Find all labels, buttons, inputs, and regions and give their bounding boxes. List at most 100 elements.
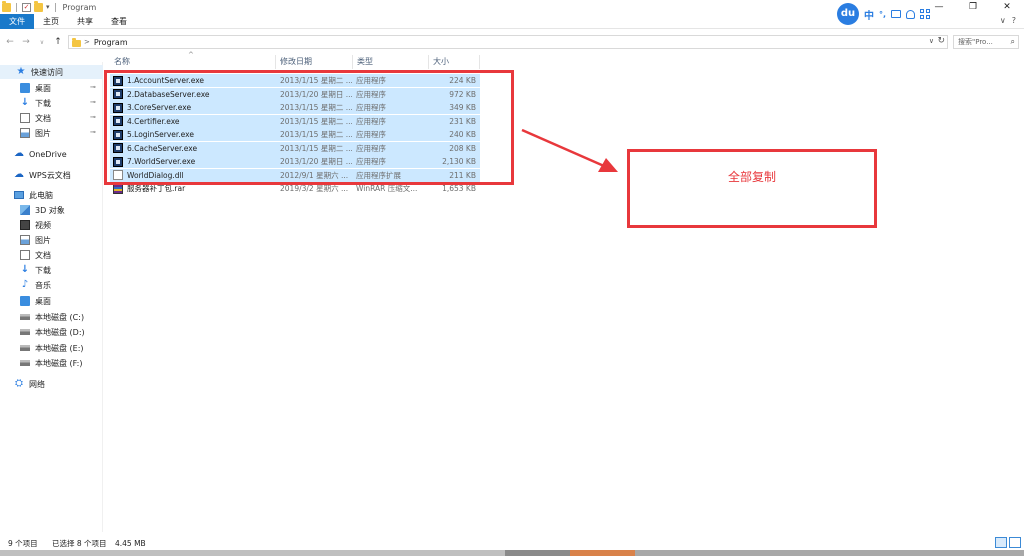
cloud-icon: ☁ xyxy=(14,169,24,180)
sidebar-item-pictures[interactable]: 图片 xyxy=(20,126,51,140)
sidebar-item-3d-objects[interactable]: 3D 对象 xyxy=(20,203,65,217)
up-button[interactable]: ↑ xyxy=(52,37,64,47)
picture-icon xyxy=(20,128,30,138)
column-header-size[interactable]: 大小 xyxy=(429,55,480,69)
properties-icon[interactable]: ✓ xyxy=(22,2,31,12)
sidebar-item-label: 此电脑 xyxy=(29,190,53,200)
sidebar-item-label: 图片 xyxy=(35,128,51,138)
tab-home[interactable]: 主页 xyxy=(34,14,68,29)
ime-menu-grid-icon[interactable] xyxy=(920,9,931,19)
taskbar-segment xyxy=(505,550,570,556)
restore-button[interactable]: ❐ xyxy=(956,0,990,14)
help-button[interactable]: ? xyxy=(1012,16,1016,25)
toolbar-divider xyxy=(54,2,56,12)
breadcrumb-separator[interactable]: > xyxy=(84,38,90,46)
sidebar-item-label: 本地磁盘 (E:) xyxy=(35,343,84,353)
sidebar-item-drive-f[interactable]: 本地磁盘 (F:) xyxy=(20,356,82,370)
sidebar-item-label: 本地磁盘 (C:) xyxy=(35,312,85,322)
sidebar-item-drive-c[interactable]: 本地磁盘 (C:) xyxy=(20,310,84,324)
back-button[interactable]: ← xyxy=(4,37,16,47)
address-bar[interactable]: > Program ∨ ↻ xyxy=(68,35,948,49)
sidebar-item-wps-cloud[interactable]: ☁ WPS云文档 xyxy=(14,168,71,182)
sidebar-item-quick-access[interactable]: ★ 快速访问 xyxy=(0,65,103,79)
refresh-button[interactable]: ↻ xyxy=(937,36,945,46)
folder-icon[interactable] xyxy=(2,0,11,12)
sidebar-item-music[interactable]: ♪ 音乐 xyxy=(20,278,51,292)
annotation-arrow xyxy=(521,128,618,172)
new-folder-icon[interactable] xyxy=(34,0,43,12)
ime-account-icon[interactable] xyxy=(906,9,916,19)
recent-locations-button[interactable]: ∨ xyxy=(36,39,48,46)
3d-objects-icon xyxy=(20,205,30,215)
sidebar-item-drive-e[interactable]: 本地磁盘 (E:) xyxy=(20,341,84,355)
download-icon: ↓ xyxy=(20,264,30,275)
pin-icon[interactable]: ⊸ xyxy=(90,98,96,106)
sidebar-item-label: 下载 xyxy=(35,265,51,275)
sidebar-item-label: 图片 xyxy=(35,235,51,245)
pin-icon[interactable]: ⊸ xyxy=(90,128,96,136)
selection-annotation-box xyxy=(104,70,514,185)
sidebar-item-drive-d[interactable]: 本地磁盘 (D:) xyxy=(20,325,85,339)
folder-icon xyxy=(72,37,81,47)
selected-count: 已选择 8 个项目 xyxy=(52,539,107,548)
sidebar-item-pictures-pc[interactable]: 图片 xyxy=(20,233,51,247)
sidebar-item-this-pc[interactable]: 此电脑 xyxy=(14,188,53,202)
ime-toolbox-icon[interactable] xyxy=(891,10,902,18)
sidebar-item-label: WPS云文档 xyxy=(29,170,71,180)
sidebar-item-videos[interactable]: 视频 xyxy=(20,218,51,232)
details-view-icon[interactable] xyxy=(995,537,1007,548)
column-header-name[interactable]: 名称 xyxy=(110,55,276,69)
search-input[interactable]: 搜索"Pro... ⌕ xyxy=(953,35,1019,49)
instruction-annotation-box xyxy=(627,149,877,228)
document-icon xyxy=(20,113,30,123)
sidebar-item-desktop[interactable]: 桌面 xyxy=(20,81,51,95)
ime-punctuation-toggle[interactable]: °, xyxy=(879,10,886,19)
sidebar-item-label: 文档 xyxy=(35,113,51,123)
sidebar-item-downloads[interactable]: ↓ 下载 xyxy=(20,96,51,110)
sidebar-item-documents[interactable]: 文档 xyxy=(20,111,51,125)
pin-icon[interactable]: ⊸ xyxy=(90,113,96,121)
computer-icon xyxy=(14,191,24,199)
tab-share[interactable]: 共享 xyxy=(68,14,102,29)
desktop-icon xyxy=(20,83,30,93)
drive-icon xyxy=(20,345,30,351)
breadcrumb-program[interactable]: Program xyxy=(94,38,128,47)
large-icons-view-icon[interactable] xyxy=(1009,537,1021,548)
sidebar-item-downloads-pc[interactable]: ↓ 下载 xyxy=(20,263,51,277)
tab-view[interactable]: 查看 xyxy=(102,14,136,29)
star-icon: ★ xyxy=(16,66,26,77)
forward-button[interactable]: → xyxy=(20,37,32,47)
sidebar-item-label: 本地磁盘 (F:) xyxy=(35,358,83,368)
column-header-type[interactable]: 类型 xyxy=(353,55,429,69)
tab-file[interactable]: 文件 xyxy=(0,13,34,29)
ime-language-toggle[interactable]: 中 xyxy=(864,7,874,22)
search-icon: ⌕ xyxy=(1010,37,1015,46)
sidebar-item-label: 文档 xyxy=(35,250,51,260)
item-count: 9 个项目 xyxy=(8,539,38,548)
column-header-date[interactable]: 修改日期 xyxy=(276,55,353,69)
customize-toolbar-icon[interactable]: ▾ xyxy=(46,3,50,11)
sidebar-item-onedrive[interactable]: ☁ OneDrive xyxy=(14,147,67,161)
selected-size: 4.45 MB xyxy=(115,539,146,548)
sidebar-item-label: 桌面 xyxy=(35,296,51,306)
desktop-icon xyxy=(20,296,30,306)
copy-all-note: 全部复制 xyxy=(727,170,776,184)
window-title: Program xyxy=(62,2,97,12)
drive-icon xyxy=(20,314,30,320)
sidebar-item-desktop-pc[interactable]: 桌面 xyxy=(20,294,51,308)
ime-toolbar: du 中 °, xyxy=(837,3,931,25)
address-dropdown-button[interactable]: ∨ xyxy=(929,37,934,45)
music-icon: ♪ xyxy=(21,279,29,290)
sidebar-item-label: 下载 xyxy=(35,98,51,108)
sidebar-item-network[interactable]: ⛭ 网络 xyxy=(14,377,45,391)
taskbar-segment xyxy=(635,550,1024,556)
sidebar-item-label: OneDrive xyxy=(29,149,67,159)
taskbar-strip xyxy=(0,550,1024,556)
close-button[interactable]: ✕ xyxy=(990,0,1024,14)
baidu-ime-logo[interactable]: du xyxy=(837,3,859,25)
pin-icon[interactable]: ⊸ xyxy=(90,83,96,91)
picture-icon xyxy=(20,235,30,245)
drive-icon xyxy=(20,329,30,335)
ribbon-collapse-button[interactable]: ∨ xyxy=(1000,16,1006,25)
sidebar-item-documents-pc[interactable]: 文档 xyxy=(20,248,51,262)
